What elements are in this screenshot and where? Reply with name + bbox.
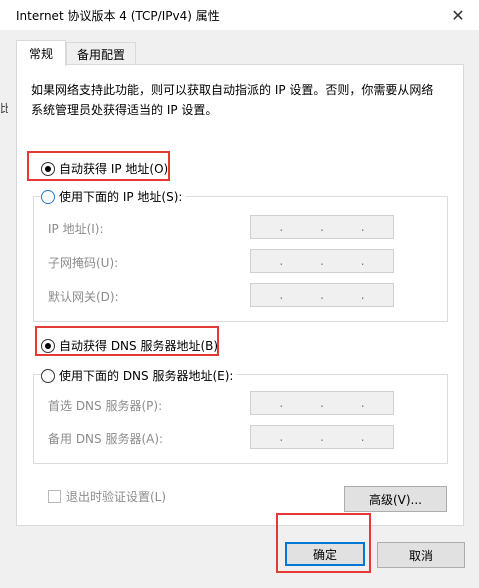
manual-ip-radio[interactable] [41,189,55,204]
ip-dot: . [320,396,324,410]
alternate-dns-input[interactable]: . . . [250,425,394,449]
close-icon: ✕ [451,5,465,25]
ip-dot: . [320,430,324,444]
default-gateway-label: 默认网关(D): [48,290,119,304]
advanced-button[interactable]: 高级(V)... [344,486,447,512]
ip-dot: . [279,430,284,444]
ip-dot: . [279,396,284,410]
window-title: Internet 协议版本 4 (TCP/IPv4) 属性 [16,9,220,23]
ip-dot: . [279,288,284,302]
ip-dot: . [320,220,324,234]
description-text: 如果网络支持此功能，则可以获取自动指派的 IP 设置。否则，你需要从网络系统管理… [31,83,434,117]
auto-ip-label: 自动获得 IP 地址(O) [59,162,169,176]
ip-dot: . [279,254,284,268]
subnet-mask-label: 子网掩码(U): [48,256,119,270]
ok-button[interactable]: 确定 [285,542,365,566]
preferred-dns-label: 首选 DNS 服务器(P): [48,399,163,413]
manual-dns-group [33,374,448,464]
auto-dns-radio[interactable] [41,338,55,353]
tab-general[interactable]: 常规 [16,40,66,66]
cancel-button[interactable]: 取消 [377,542,465,568]
validate-on-exit-checkbox[interactable] [48,490,61,503]
ip-dot: . [360,430,365,444]
alternate-dns-label: 备用 DNS 服务器(A): [48,432,164,446]
subnet-mask-input[interactable]: . . . [250,249,394,273]
default-gateway-input[interactable]: . . . [250,283,394,307]
ip-dot: . [320,288,324,302]
auto-dns-label: 自动获得 DNS 服务器地址(B) [59,339,219,353]
ip-dot: . [360,220,365,234]
manual-ip-label: 使用下面的 IP 地址(S): [59,190,183,204]
ip-dot: . [360,254,365,268]
manual-dns-radio[interactable] [41,368,55,383]
ip-dot: . [279,220,284,234]
ip-dot: . [360,288,365,302]
tab-alternate-config[interactable]: 备用配置 [66,42,136,65]
ip-address-input[interactable]: . . . [250,215,394,239]
preferred-dns-input[interactable]: . . . [250,391,394,415]
ip-dot: . [360,396,365,410]
tab-general-label: 常规 [28,47,53,61]
ip-dot: . [320,254,324,268]
close-button[interactable]: ✕ [445,2,471,28]
manual-ip-option[interactable]: 使用下面的 IP 地址(S): [41,188,187,205]
validate-on-exit-label: 退出时验证设置(L) [66,490,167,504]
background-window-text: 比 [0,102,8,115]
manual-dns-label: 使用下面的 DNS 服务器地址(E): [59,369,234,383]
auto-ip-option[interactable]: 自动获得 IP 地址(O) [41,160,168,177]
auto-dns-option[interactable]: 自动获得 DNS 服务器地址(B) [41,337,218,354]
tab-alternate-config-label: 备用配置 [76,47,125,62]
manual-dns-option[interactable]: 使用下面的 DNS 服务器地址(E): [41,367,238,384]
validate-on-exit-option[interactable]: 退出时验证设置(L) [48,488,166,505]
auto-ip-radio[interactable] [41,161,55,176]
ip-address-label: IP 地址(I): [48,222,104,236]
